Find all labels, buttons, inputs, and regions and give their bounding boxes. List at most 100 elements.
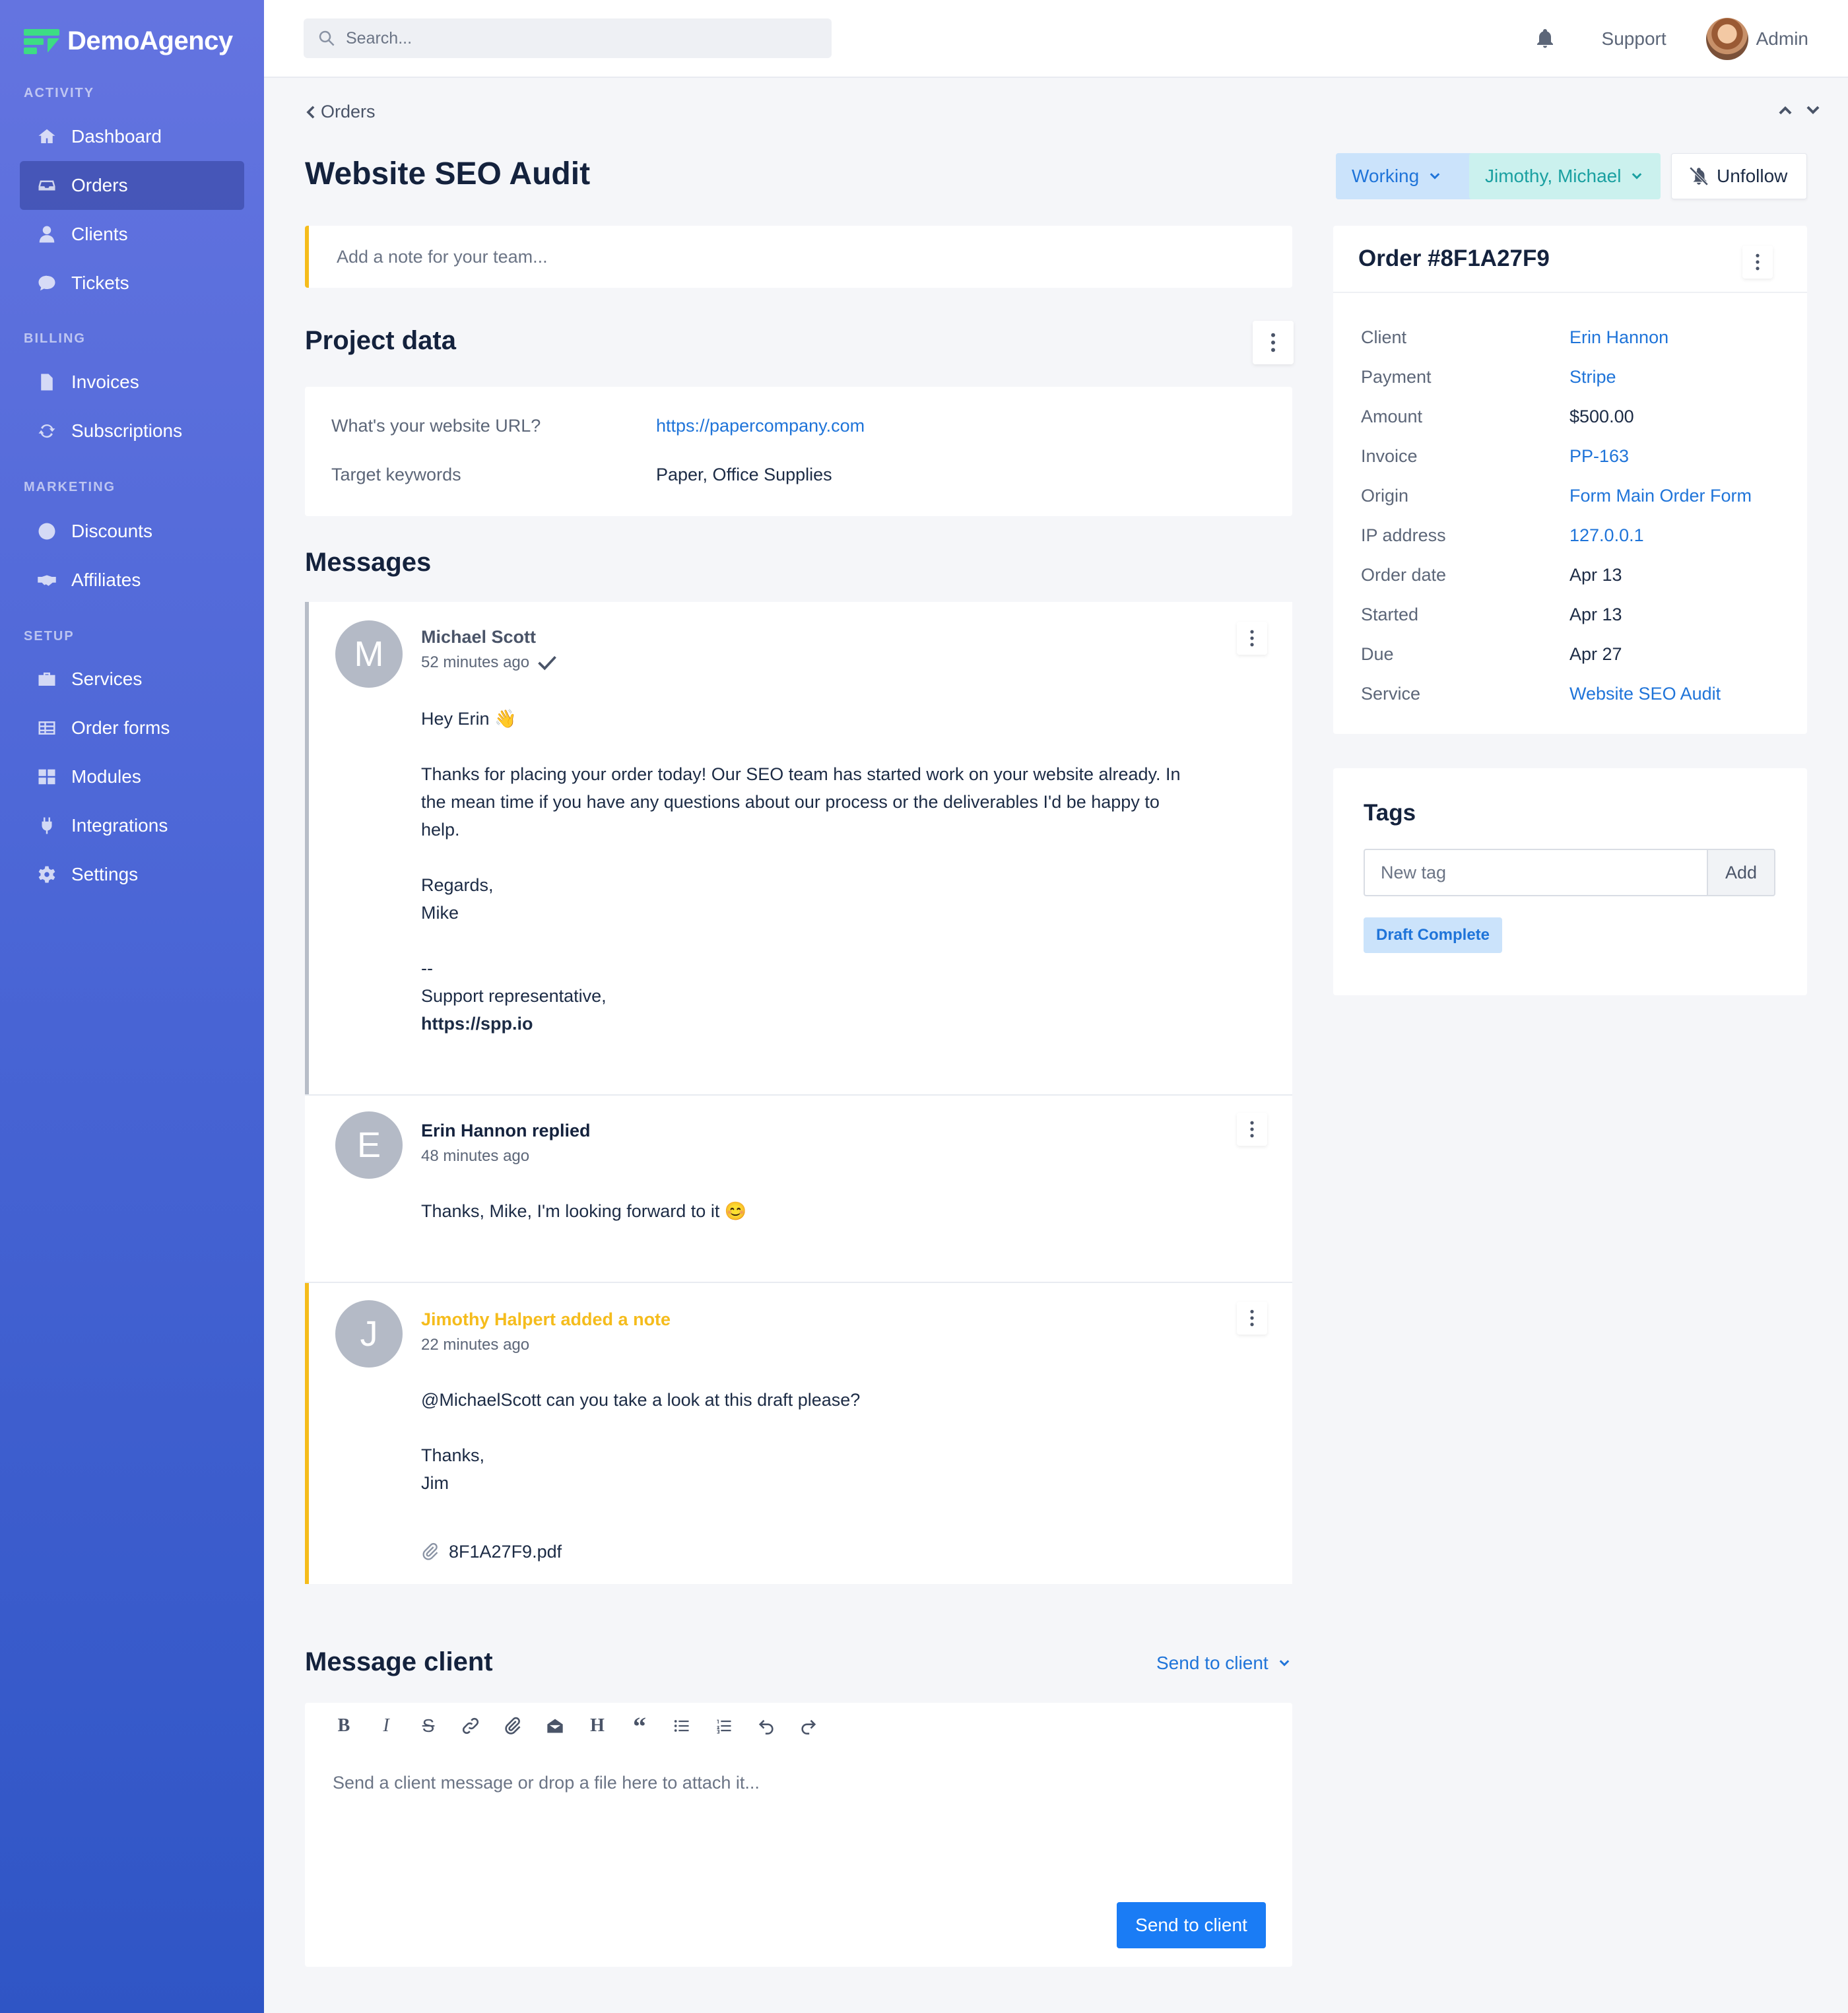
quote-icon[interactable]: “ [624,1711,655,1741]
assignee-dropdown[interactable]: Jimothy, Michael [1469,153,1661,199]
sidebar-item-tickets[interactable]: Tickets [20,259,244,308]
avatar[interactable] [1705,18,1748,60]
composer-input[interactable]: Send a client message or drop a file her… [333,1773,760,1793]
paperclip-icon[interactable] [498,1711,528,1741]
team-note-placeholder: Add a note for your team... [337,246,548,267]
link-icon[interactable] [455,1711,486,1741]
bullet-list-icon[interactable] [667,1711,697,1741]
assignee-label: Jimothy, Michael [1485,166,1622,186]
sidebar-item-services[interactable]: Services [20,655,244,704]
envelope-open-icon[interactable] [540,1711,570,1741]
send-mode-dropdown[interactable]: Send to client [1156,1653,1291,1674]
editor-toolbar: B I S H “ [329,1711,836,1741]
strikethrough-icon[interactable]: S [413,1711,444,1741]
numbered-list-icon[interactable] [709,1711,739,1741]
tag-chip[interactable]: Draft Complete [1364,917,1502,953]
sidebar-item-affiliates[interactable]: Affiliates [20,556,244,605]
chevron-down-icon[interactable] [1804,102,1822,119]
record-pager [1766,102,1822,119]
messages-title: Messages [305,548,432,577]
service-link[interactable]: Website SEO Audit [1569,684,1721,704]
user-icon [36,224,58,244]
notification-bell-icon[interactable] [1533,27,1557,51]
file-icon [36,372,58,392]
message-menu-button[interactable] [1237,1302,1267,1335]
brand-logo[interactable]: DemoAgency [24,22,233,59]
sidebar-item-modules[interactable]: Modules [20,752,244,801]
attachment-link[interactable]: 8F1A27F9.pdf [421,1538,562,1566]
team-note-input[interactable]: Add a note for your team... [305,226,1292,288]
message-item: J Jimothy Halpert added a note 22 minute… [305,1283,1292,1584]
send-to-client-button[interactable]: Send to client [1117,1902,1266,1948]
add-tag-button[interactable]: Add [1707,849,1775,896]
chevron-up-icon[interactable] [1777,102,1794,119]
paperclip-icon [422,1542,438,1560]
avatar: M [335,620,403,688]
sidebar-item-label: Services [71,669,143,689]
kebab-icon [1250,1309,1254,1327]
unfollow-button[interactable]: Unfollow [1671,153,1807,199]
sidebar-item-integrations[interactable]: Integrations [20,801,244,850]
support-link[interactable]: Support [1602,28,1666,50]
website-url-link[interactable]: https://papercompany.com [656,416,865,436]
sidebar-item-orders[interactable]: Orders [20,161,244,210]
sidebar-item-label: Modules [71,766,141,787]
sidebar-item-order-forms[interactable]: Order forms [20,704,244,752]
breadcrumb[interactable]: Orders [305,102,376,122]
order-field-label: Origin [1361,486,1409,506]
new-tag-input[interactable]: New tag [1364,849,1707,896]
kebab-icon [1250,1121,1254,1138]
home-icon [36,127,58,147]
order-field-label: Client [1361,327,1407,347]
message-item: E Erin Hannon replied 48 minutes ago Tha… [305,1096,1292,1282]
undo-icon[interactable] [751,1711,781,1741]
redo-icon[interactable] [793,1711,824,1741]
invoice-link[interactable]: PP-163 [1569,446,1629,467]
project-data-menu-button[interactable] [1253,321,1294,364]
search-input[interactable]: Search... [304,18,832,58]
sidebar-item-subscriptions[interactable]: Subscriptions [20,407,244,455]
sync-icon [36,421,58,441]
message-time: 22 minutes ago [421,1336,530,1354]
new-tag-placeholder: New tag [1381,862,1447,882]
nav-section-billing: BILLING [24,331,86,346]
bold-icon[interactable]: B [329,1711,359,1741]
payment-link[interactable]: Stripe [1569,367,1616,387]
sidebar-item-label: Clients [71,224,128,244]
sidebar-item-dashboard[interactable]: Dashboard [20,112,244,161]
table-icon [36,718,58,738]
heading-icon[interactable]: H [582,1711,612,1741]
sidebar: DemoAgency ACTIVITY BILLING MARKETING SE… [0,0,264,2013]
message-time: 52 minutes ago [421,653,557,672]
sidebar-item-label: Settings [71,864,139,884]
message-author: Erin Hannon replied [421,1121,591,1140]
signature-link[interactable]: https://spp.io [421,1010,533,1038]
brand-name: DemoAgency [67,26,233,55]
project-field-label: Target keywords [331,465,461,484]
message-client-title: Message client [305,1647,493,1676]
status-dropdown[interactable]: Working [1336,153,1480,199]
ip-address-link[interactable]: 127.0.0.1 [1569,525,1644,546]
sidebar-item-clients[interactable]: Clients [20,210,244,259]
client-link[interactable]: Erin Hannon [1569,327,1668,348]
bell-slash-icon [1689,166,1709,186]
user-menu[interactable]: Admin [1756,28,1808,50]
grid-icon [36,767,58,787]
project-field-value: Paper, Office Supplies [656,465,832,484]
sidebar-item-discounts[interactable]: Discounts [20,507,244,556]
origin-link[interactable]: Form Main Order Form [1569,486,1752,506]
sidebar-item-settings[interactable]: Settings [20,850,244,899]
message-body: Thanks, Mike, I'm looking forward to it … [421,1201,747,1221]
order-title: Order #8F1A27F9 [1358,246,1550,271]
sidebar-item-invoices[interactable]: Invoices [20,358,244,407]
order-menu-button[interactable] [1742,246,1773,279]
message-menu-button[interactable] [1237,622,1267,655]
message-body: Hey Erin 👋 Thanks for placing your order… [421,709,1181,1006]
italic-icon[interactable]: I [371,1711,401,1741]
order-field-label: Invoice [1361,446,1418,466]
check-icon [538,655,556,671]
message-menu-button[interactable] [1237,1113,1267,1146]
chevron-down-icon [1279,1660,1289,1666]
message-author: Jimothy Halpert added a note [421,1309,671,1329]
nav-section-marketing: MARKETING [24,480,116,494]
